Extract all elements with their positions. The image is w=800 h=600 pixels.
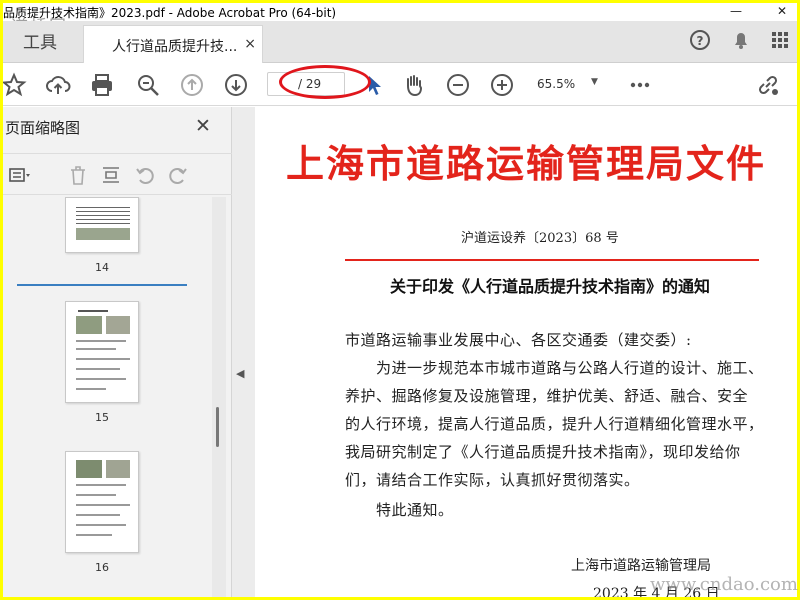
- annotation-ellipse: [279, 65, 371, 99]
- next-page-icon[interactable]: [223, 72, 249, 98]
- cloud-upload-icon[interactable]: [45, 72, 71, 98]
- body-line: 市道路运输事业发展中心、各区交通委（建交委）:: [345, 331, 692, 349]
- acrobat-window: 道品质提升技术指南》2023.pdf - Adobe Acrobat Pro (…: [3, 3, 797, 597]
- zoom-out-icon[interactable]: [445, 72, 471, 98]
- signature-organization: 上海市道路运输管理局: [571, 558, 711, 574]
- panel-close-icon[interactable]: ✕: [195, 115, 211, 137]
- tab-bar: 工具 人行道品质提升技... ×: [3, 21, 797, 63]
- panel-title: 页面缩略图: [5, 119, 81, 137]
- print-icon[interactable]: [89, 72, 115, 98]
- panel-toolbar: [3, 153, 232, 195]
- watermark-url: www.cndao.com: [650, 574, 798, 595]
- document-view[interactable]: 上海市道路运输管理局文件 沪道运设养〔2023〕68 号 关于印发《人行道品质提…: [250, 107, 797, 597]
- svg-text:?: ?: [697, 34, 704, 48]
- previous-page-icon[interactable]: [179, 72, 205, 98]
- tab-document[interactable]: 人行道品质提升技... ×: [83, 25, 263, 63]
- zoom-search-icon[interactable]: [135, 72, 161, 98]
- share-link-icon[interactable]: [755, 72, 781, 98]
- document-title: 关于印发《人行道品质提升技术指南》的通知: [389, 277, 710, 296]
- collapse-arrow-icon[interactable]: ◀: [236, 367, 244, 380]
- title-bar: 道品质提升技术指南》2023.pdf - Adobe Acrobat Pro (…: [3, 3, 797, 21]
- zoom-dropdown-icon[interactable]: ▼: [591, 77, 598, 87]
- apps-grid-icon[interactable]: [769, 29, 791, 55]
- insert-page-icon[interactable]: [100, 164, 122, 186]
- body-line: 我局研究制定了《人行道品质提升技术指南》，现印发给你: [345, 443, 741, 461]
- body-line: 为进一步规范本市城市道路与公路人行道的设计、施工、: [345, 359, 764, 377]
- trash-icon[interactable]: [67, 164, 89, 186]
- zoom-level[interactable]: 65.5%: [537, 77, 575, 91]
- hand-tool-icon[interactable]: [401, 72, 427, 98]
- body-line: 养护、掘路修复及设施管理，维护优美、舒适、融合、安全: [345, 387, 749, 405]
- thumbnail-label-16: 16: [95, 561, 109, 574]
- document-header: 上海市道路运输管理局文件: [285, 141, 766, 186]
- body-line: 们，请结合工作实际，认真抓好贯彻落实。: [345, 471, 640, 489]
- toolbar: / 29: [3, 63, 797, 106]
- close-window-button[interactable]: ✕: [773, 4, 791, 19]
- scrollbar-thumb[interactable]: [216, 407, 219, 447]
- more-tools-icon[interactable]: [627, 72, 653, 98]
- panel-collapse-bar[interactable]: ◀: [232, 107, 250, 597]
- body-line: 的人行环境，提高人行道品质，提升人行道精细化管理水平，: [345, 415, 764, 433]
- pdf-page: 上海市道路运输管理局文件 沪道运设养〔2023〕68 号 关于印发《人行道品质提…: [255, 107, 797, 597]
- thumbnail-scrollbar[interactable]: [212, 197, 226, 597]
- zoom-in-icon[interactable]: [489, 72, 515, 98]
- tab-close-button[interactable]: ×: [244, 36, 256, 52]
- document-number: 沪道运设养〔2023〕68 号: [461, 231, 619, 246]
- thumbnail-list: 14 15 16: [3, 197, 232, 597]
- thumbnail-page-14[interactable]: [65, 197, 139, 253]
- thumbnail-page-15[interactable]: [65, 301, 139, 403]
- bell-icon[interactable]: [730, 29, 752, 55]
- rotate-right-icon[interactable]: [167, 164, 189, 186]
- thumbnail-page-16[interactable]: [65, 451, 139, 553]
- tab-document-label: 人行道品质提升技...: [112, 39, 238, 55]
- thumbnail-label-15: 15: [95, 411, 109, 424]
- bookmark-star-icon[interactable]: [3, 72, 27, 98]
- options-menu-icon[interactable]: [9, 164, 31, 186]
- help-icon[interactable]: ?: [689, 29, 711, 55]
- body-line: 特此通知。: [345, 501, 454, 519]
- tab-tools[interactable]: 工具: [3, 23, 77, 63]
- selection-indicator: [17, 284, 187, 286]
- thumbnail-panel: 页面缩略图 ✕ 14 15 16: [3, 107, 232, 597]
- red-rule: [345, 259, 759, 261]
- rotate-left-icon[interactable]: [134, 164, 156, 186]
- thumbnail-label-14: 14: [95, 261, 109, 274]
- minimize-button[interactable]: —: [727, 4, 745, 19]
